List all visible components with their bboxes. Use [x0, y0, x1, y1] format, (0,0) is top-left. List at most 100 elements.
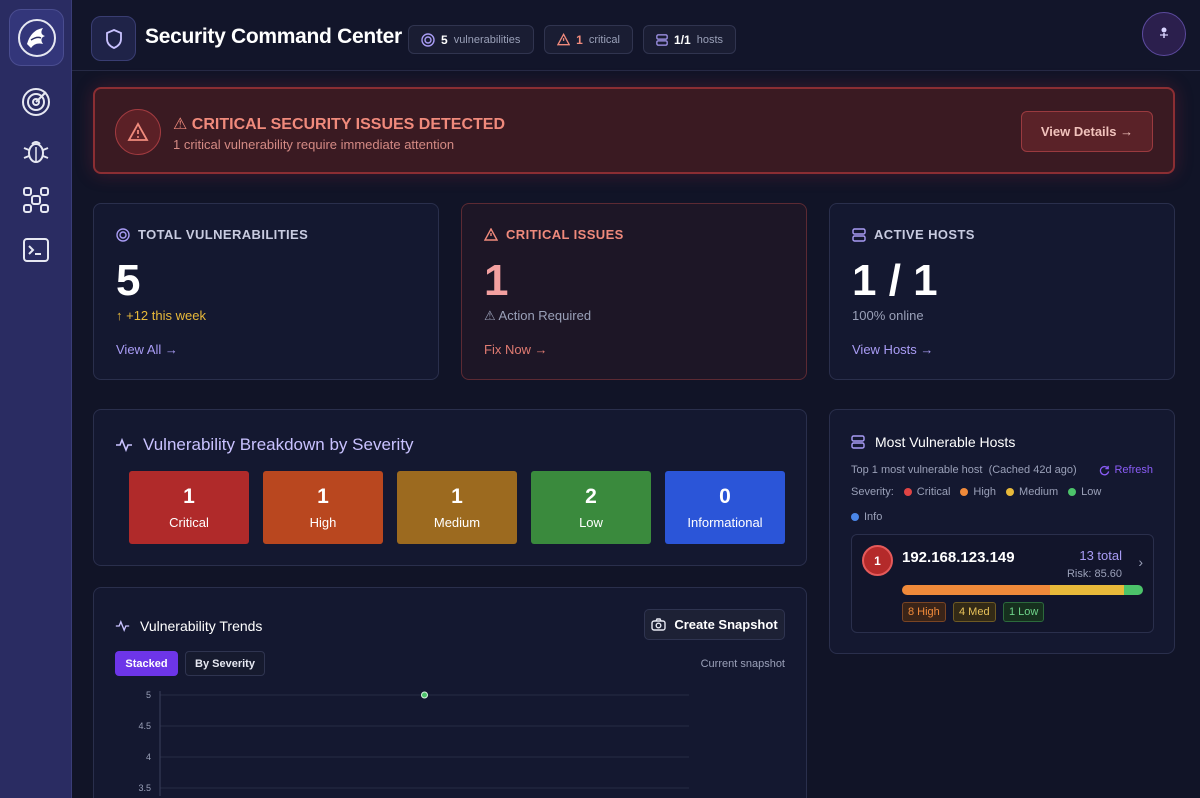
pill-value: 5	[441, 32, 448, 47]
hosts-panel-title-text: Most Vulnerable Hosts	[875, 434, 1016, 450]
severity-informational-box[interactable]: 0 Informational	[665, 471, 785, 544]
tag-high: 8 High	[902, 602, 946, 622]
camera-icon	[651, 618, 667, 631]
legend-item-info: Info	[851, 511, 882, 523]
severity-high-box[interactable]: 1 High	[263, 471, 383, 544]
card-label-text: CRITICAL ISSUES	[506, 227, 624, 242]
severity-label: Medium	[433, 515, 481, 530]
create-snapshot-button[interactable]: Create Snapshot	[644, 609, 785, 640]
host-ip: 192.168.123.149	[902, 549, 1015, 566]
app-logo[interactable]	[9, 9, 64, 66]
trend-chart: 5 4.5 4 3.5	[138, 690, 689, 796]
card-label: CRITICAL ISSUES	[484, 227, 624, 242]
action-required: ⚠ Action Required	[484, 308, 592, 323]
legend-item-medium: Medium	[1006, 486, 1058, 498]
y-tick-label: 4.5	[138, 721, 151, 731]
refresh-button[interactable]: Refresh	[1099, 464, 1153, 476]
severity-count: 1	[451, 485, 463, 508]
legend-item-critical: Critical	[903, 486, 951, 498]
severity-label: Low	[579, 515, 603, 530]
severity-count: 1	[317, 485, 329, 508]
host-total: 13 total	[1079, 548, 1122, 563]
pill-label: vulnerabilities	[453, 33, 521, 46]
user-avatar[interactable]	[1142, 12, 1186, 56]
tag-medium: 4 Med	[953, 602, 996, 622]
legend-text: Medium	[1019, 486, 1059, 498]
critical-alert-banner: ⚠ CRITICAL SECURITY ISSUES DETECTED 1 cr…	[93, 87, 1175, 174]
tag-low: 1 Low	[1003, 602, 1045, 622]
legend-label: Severity:	[851, 486, 894, 498]
severity-medium-box[interactable]: 1 Medium	[397, 471, 517, 544]
card-label: ACTIVE HOSTS	[852, 227, 975, 242]
host-severity-bar	[902, 585, 1143, 595]
y-tick-label: 5	[146, 690, 151, 700]
server-icon	[851, 435, 865, 449]
vulnerable-hosts-panel: Most Vulnerable Hosts Top 1 most vulnera…	[829, 409, 1175, 654]
warning-icon	[484, 228, 498, 241]
pill-label: hosts	[696, 33, 723, 46]
current-snapshot-label: Current snapshot	[700, 658, 785, 670]
alert-subtitle: 1 critical vulnerability require immedia…	[173, 137, 455, 152]
activity-icon	[116, 438, 132, 452]
severity-bar-segment	[1050, 585, 1125, 595]
legend-dot	[960, 488, 969, 497]
legend-item-low: Low	[1068, 486, 1101, 498]
stacked-toggle[interactable]: Stacked	[115, 651, 178, 676]
total-vulnerabilities-card: TOTAL VULNERABILITIES 5 ↑ +12 this week …	[93, 203, 439, 380]
vulnerability-trends-panel: Vulnerability Trends Create Snapshot Sta…	[93, 587, 807, 798]
pill-value: 1	[576, 32, 583, 47]
weekly-change: ↑ +12 this week	[116, 308, 206, 323]
severity-bar-segment	[1124, 585, 1143, 595]
vulnerabilities-pill[interactable]: 5 vulnerabilities	[408, 25, 534, 54]
online-percentage: 100% online	[852, 308, 924, 323]
chevron-right-icon[interactable]: ›	[1138, 554, 1143, 570]
legend-text: High	[973, 486, 997, 498]
network-icon[interactable]	[19, 183, 53, 217]
legend-dot	[1068, 488, 1077, 497]
alert-title: ⚠ CRITICAL SECURITY ISSUES DETECTED	[173, 116, 506, 133]
severity-low-box[interactable]: 2 Low	[531, 471, 651, 544]
card-label-text: TOTAL VULNERABILITIES	[138, 227, 309, 242]
data-point[interactable]	[421, 691, 428, 699]
sidebar	[0, 0, 72, 798]
phoenix-logo-icon	[17, 18, 56, 57]
bug-icon[interactable]	[19, 134, 53, 168]
view-all-link[interactable]: View All →	[116, 342, 178, 357]
fix-now-link[interactable]: Fix Now →	[484, 342, 548, 357]
legend-dot	[851, 513, 859, 522]
breakdown-title-text: Vulnerability Breakdown by Severity	[143, 435, 414, 454]
card-label: TOTAL VULNERABILITIES	[116, 227, 308, 242]
view-details-button[interactable]: View Details →	[1021, 111, 1153, 152]
active-hosts-value: 1 / 1	[852, 256, 938, 305]
user-icon	[1160, 27, 1168, 38]
legend-dot	[903, 488, 912, 497]
create-snapshot-label: Create Snapshot	[674, 617, 778, 632]
server-icon	[852, 227, 866, 242]
shield-icon	[91, 16, 136, 61]
host-card[interactable]: 1 192.168.123.149 13 total Risk: 85.60 ›…	[851, 534, 1154, 633]
severity-legend: Severity: Critical High Medium Low	[851, 486, 1101, 498]
legend-text: Low	[1081, 486, 1102, 498]
legend-text: Critical	[916, 486, 951, 498]
radar-icon[interactable]	[19, 85, 53, 119]
host-rank-badge: 1	[862, 545, 893, 576]
pill-label: critical	[588, 33, 620, 46]
y-tick-label: 3.5	[138, 783, 151, 793]
severity-count: 2	[585, 485, 597, 508]
activity-icon	[115, 620, 130, 632]
y-tick-label: 4	[146, 752, 151, 762]
trends-title: Vulnerability Trends	[115, 618, 262, 634]
severity-bar-segment	[902, 585, 1051, 595]
view-hosts-link[interactable]: View Hosts →	[852, 342, 933, 357]
critical-issues-value: 1	[484, 256, 509, 305]
severity-label: Critical	[169, 515, 209, 530]
terminal-icon[interactable]	[19, 233, 53, 267]
hosts-meta: Top 1 most vulnerable host (Cached 42d a…	[851, 464, 1077, 476]
hosts-pill[interactable]: 1/1 hosts	[643, 25, 736, 54]
severity-count: 1	[183, 485, 195, 508]
severity-label: Informational	[687, 515, 763, 530]
severity-legend-row-2: Info	[851, 511, 882, 523]
by-severity-toggle[interactable]: By Severity	[185, 651, 265, 676]
critical-pill[interactable]: 1 critical	[544, 25, 633, 54]
severity-critical-box[interactable]: 1 Critical	[129, 471, 249, 544]
